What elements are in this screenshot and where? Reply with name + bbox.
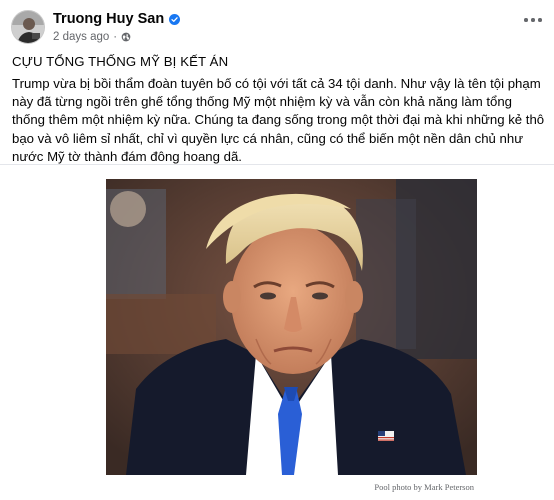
photo-caption: Pool photo by Mark Peterson — [374, 482, 474, 492]
post-photo[interactable] — [106, 179, 477, 475]
more-options-icon-dot — [538, 18, 542, 22]
author-avatar[interactable] — [11, 10, 45, 44]
globe-icon[interactable] — [121, 32, 131, 42]
post-timestamp[interactable]: 2 days ago — [53, 31, 109, 43]
post-header: Truong Huy San 2 days ago · — [0, 0, 554, 52]
post-headline: CỰU TỔNG THỐNG MỸ BỊ KẾT ÁN — [12, 54, 229, 69]
meta-separator: · — [113, 31, 118, 43]
author-row: Truong Huy San — [53, 10, 181, 28]
verified-badge-icon — [169, 13, 181, 25]
more-options-icon-dot — [524, 18, 528, 22]
post-body-text: Trump vừa bị bồi thẩm đoàn tuyên bố có t… — [12, 76, 545, 164]
more-options-button[interactable] — [524, 14, 542, 26]
more-options-icon-dot — [531, 18, 535, 22]
post-meta: 2 days ago · — [53, 30, 131, 44]
content-divider — [0, 164, 554, 165]
author-name[interactable]: Truong Huy San — [53, 11, 164, 27]
